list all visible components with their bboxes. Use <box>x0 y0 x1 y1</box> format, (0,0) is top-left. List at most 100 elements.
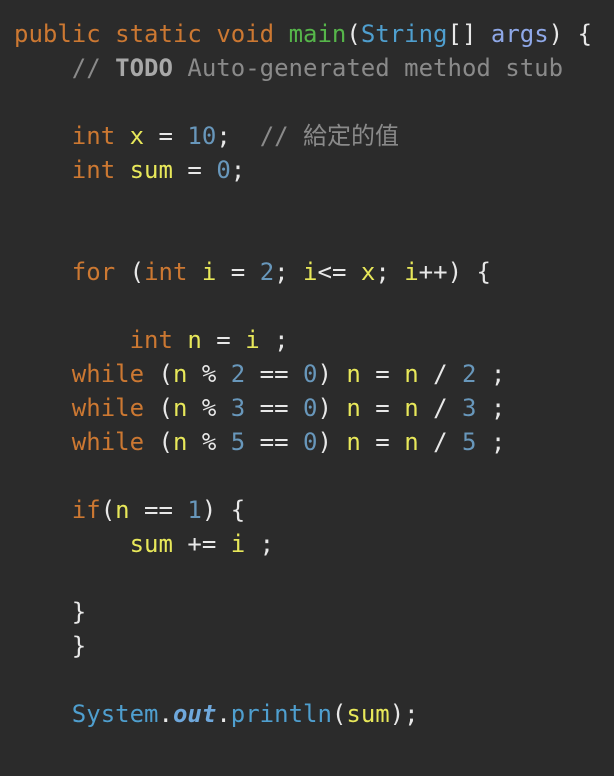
code-token: for <box>71 258 116 286</box>
code-token: = <box>172 156 217 184</box>
code-token: println <box>230 700 332 728</box>
code-token: % <box>187 360 231 388</box>
code-line: if(n == 1) { <box>14 493 245 527</box>
code-token: n <box>404 394 419 422</box>
code-token: ; <box>476 394 506 422</box>
code-token: int <box>71 156 116 184</box>
code-token: } <box>14 632 87 660</box>
code-token: // <box>14 54 116 82</box>
code-token: sum <box>346 700 390 728</box>
code-token: out <box>172 700 217 728</box>
code-token: TODO <box>115 54 173 82</box>
code-token: . <box>216 700 231 728</box>
code-token: . <box>158 700 173 728</box>
code-token: // 給定的值 <box>259 122 400 150</box>
code-token: i <box>245 326 260 354</box>
code-token: ( <box>115 258 145 286</box>
code-line: } <box>14 629 86 663</box>
code-token: / <box>418 428 462 456</box>
code-token: if <box>71 496 101 524</box>
code-token: n <box>346 394 361 422</box>
code-token: n <box>172 394 188 422</box>
code-token: ( <box>144 428 173 456</box>
code-token: i <box>303 258 318 286</box>
code-line: int x = 10; // 給定的值 <box>14 119 399 153</box>
code-token: while <box>71 428 145 456</box>
code-token: n <box>404 360 419 388</box>
code-token: ; <box>476 428 506 456</box>
code-token: void <box>216 20 275 48</box>
code-token: int <box>144 258 188 286</box>
code-token: ) { <box>201 496 246 524</box>
code-token: 5 <box>230 428 246 456</box>
code-token: % <box>187 394 231 422</box>
code-token: ; <box>476 360 506 388</box>
code-token: 5 <box>462 428 477 456</box>
code-token: i <box>404 258 419 286</box>
code-line: for (int i = 2; i<= x; i++) { <box>14 255 491 289</box>
code-token: 1 <box>187 496 202 524</box>
code-token: ; <box>245 530 275 558</box>
code-token: args <box>490 20 549 48</box>
code-token: = <box>360 360 405 388</box>
code-token: n <box>404 428 419 456</box>
code-token: = <box>216 258 260 286</box>
code-line: } <box>14 595 86 629</box>
code-token: += <box>172 530 231 558</box>
code-token: 2 <box>259 258 275 286</box>
code-token: String <box>360 20 448 48</box>
code-token: <= <box>317 258 361 286</box>
code-token: ( <box>144 394 173 422</box>
code-token: i <box>230 530 246 558</box>
code-editor[interactable]: public static void main(String[] args) {… <box>0 0 614 776</box>
code-line: System.out.println(sum); <box>14 697 419 731</box>
code-token: ); <box>389 700 419 728</box>
code-token: 0 <box>303 360 318 388</box>
code-token: n <box>346 360 361 388</box>
code-token: ) <box>317 394 347 422</box>
code-line: // TODO Auto-generated method stub <box>14 51 563 85</box>
code-token: ++) { <box>418 258 491 286</box>
code-token: [] <box>447 20 491 48</box>
code-token: 0 <box>216 156 231 184</box>
code-token: main <box>288 20 347 48</box>
code-token: / <box>418 394 462 422</box>
code-token: == <box>245 428 304 456</box>
code-line: while (n % 3 == 0) n = n / 3 ; <box>14 391 506 425</box>
code-token: public <box>14 20 101 48</box>
code-token: ( <box>100 496 116 524</box>
code-token: / <box>418 360 462 388</box>
code-token: n <box>346 428 361 456</box>
code-token: n <box>172 360 188 388</box>
code-token: while <box>71 360 145 388</box>
code-token: int <box>71 122 116 150</box>
code-token: % <box>187 428 231 456</box>
code-line: int n = i ; <box>14 323 289 357</box>
code-token: 3 <box>462 394 477 422</box>
code-token: ( <box>346 20 361 48</box>
code-line: int sum = 0; <box>14 153 245 187</box>
code-line: while (n % 5 == 0) n = n / 5 ; <box>14 425 506 459</box>
code-token: static <box>115 20 202 48</box>
code-token: ( <box>331 700 347 728</box>
code-token: ; <box>259 326 289 354</box>
code-token: n <box>115 496 130 524</box>
code-token: while <box>71 394 145 422</box>
code-token: == <box>245 360 304 388</box>
code-token: = <box>360 394 405 422</box>
code-token: == <box>245 394 304 422</box>
